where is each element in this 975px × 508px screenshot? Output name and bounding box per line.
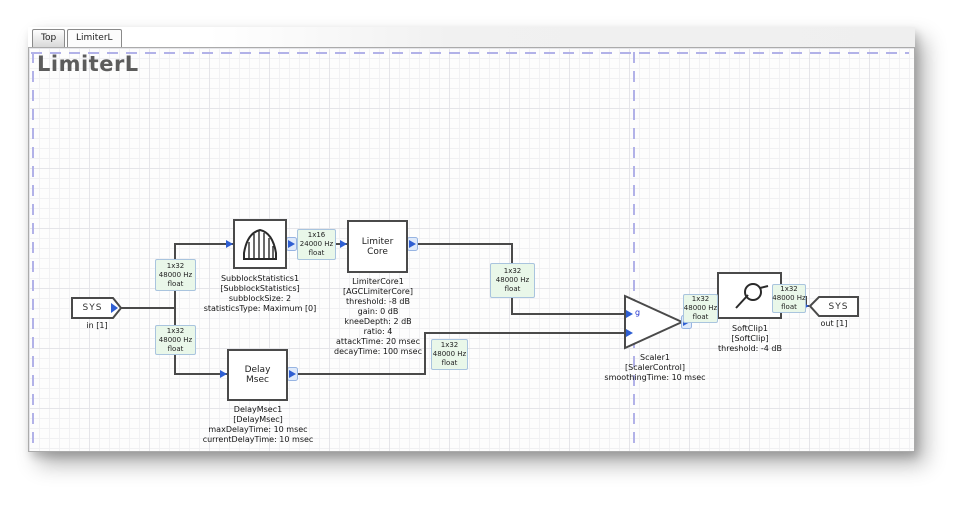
caption-limitercore: LimiterCore1 [AGCLimiterCore] threshold:… xyxy=(308,277,448,357)
sbs-input-port-icon[interactable] xyxy=(226,240,233,248)
wire-label-scaler-out[interactable]: 1x3248000 Hzfloat xyxy=(683,294,718,323)
scaler-triangle[interactable] xyxy=(625,296,682,348)
sys-output-label: SYS xyxy=(819,297,858,316)
wire-label-input-top[interactable]: 1x3248000 Hzfloat xyxy=(155,259,196,291)
wire-label-sbs-out[interactable]: 1x1624000 Hzfloat xyxy=(297,229,336,260)
sys-input-sublabel: in [1] xyxy=(67,321,127,330)
wire-label-input-bottom[interactable]: 1x3248000 Hzfloat xyxy=(155,325,196,355)
tab-top[interactable]: Top xyxy=(32,29,65,47)
canvas-title: LimiterL xyxy=(37,52,139,76)
caption-softclip: SoftClip1 [SoftClip] threshold: -4 dB xyxy=(680,324,820,354)
delaymsec-input-port-icon[interactable] xyxy=(220,370,227,378)
caption-scaler: Scaler1 [ScalerControl] smoothingTime: 1… xyxy=(580,353,730,383)
block-subblockstatistics[interactable] xyxy=(233,219,287,269)
diagram-canvas[interactable]: LimiterL xyxy=(28,47,915,452)
tab-limiterl[interactable]: LimiterL xyxy=(67,29,122,47)
wire-label-delay-out[interactable]: 1x3248000 Hzfloat xyxy=(431,339,468,370)
caption-delaymsec: DelayMsec1 [DelayMsec] maxDelayTime: 10 … xyxy=(183,405,333,445)
wire-label-softclip-out[interactable]: 1x3248000 Hzfloat xyxy=(772,284,806,313)
sys-input-label: SYS xyxy=(72,298,113,318)
softclip-curve-icon xyxy=(729,280,771,312)
app-window: Top LimiterL LimiterL xyxy=(28,27,915,452)
block-limitercore[interactable]: Limiter Core xyxy=(347,220,408,273)
wire-label-limitercore-out[interactable]: 1x3248000 Hzfloat xyxy=(490,263,535,298)
scaler-gain-port-label: g xyxy=(635,308,640,317)
tab-bar: Top LimiterL xyxy=(28,27,915,47)
limitercore-input-port-icon[interactable] xyxy=(340,240,347,248)
histogram-icon xyxy=(241,227,279,261)
block-delaymsec[interactable]: Delay Msec xyxy=(227,349,288,401)
